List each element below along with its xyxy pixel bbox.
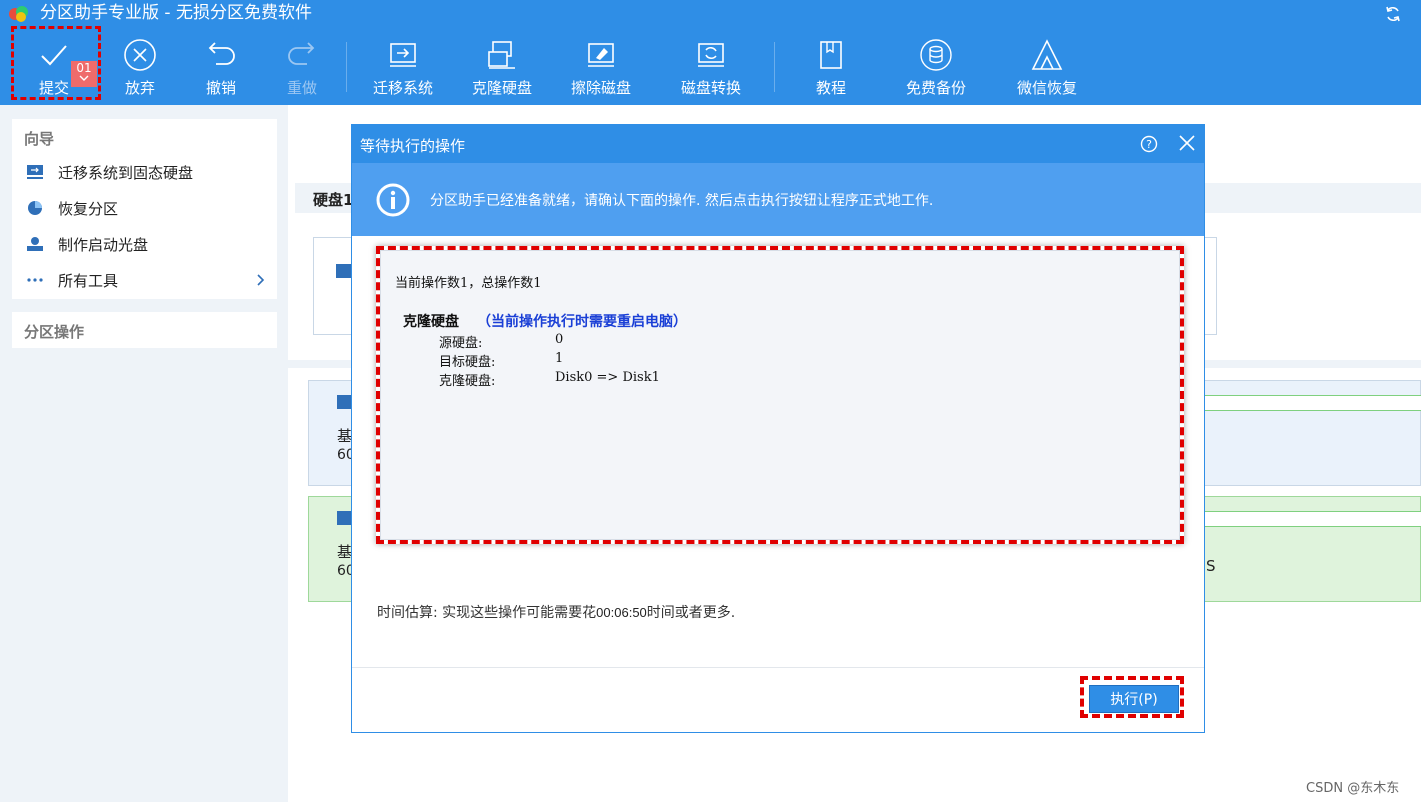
help-icon[interactable]: ? — [1140, 135, 1158, 153]
dialog-title: 等待执行的操作 — [360, 137, 466, 155]
partition-fs-label: S — [1206, 557, 1216, 575]
sidebar-item-migrate-ssd[interactable]: 迁移系统到固态硬盘 — [12, 156, 277, 188]
sidebar-item-label: 所有工具 — [58, 272, 119, 290]
redo-icon — [288, 42, 315, 65]
recovery-logo-icon — [1031, 39, 1063, 70]
svg-text:?: ? — [1146, 138, 1152, 151]
migrate-system-label: 迁移系统 — [372, 79, 433, 97]
info-message: 分区助手已经准备就绪，请确认下面的操作. 然后点击执行按钮让程序正式地工作. — [430, 193, 934, 209]
window-title: 分区助手专业版 - 无损分区免费软件 — [40, 3, 312, 23]
app-logo-icon — [9, 6, 28, 22]
pie-chart-icon — [28, 201, 42, 215]
execute-highlight-box — [1080, 676, 1184, 718]
free-backup-label: 免费备份 — [905, 79, 966, 97]
partition-ops-title: 分区操作 — [24, 323, 85, 341]
wizard-title: 向导 — [24, 130, 55, 148]
more-dots-icon — [27, 278, 43, 282]
toolbar-divider — [774, 42, 775, 92]
toolbar: 提交 放弃 撤销 重做 迁移系统 克隆硬盘 擦除磁盘 磁盘转换 教程 免费备份 … — [0, 28, 1421, 105]
clone-disk-icon — [488, 41, 515, 69]
cancel-circle-icon — [124, 39, 156, 71]
backup-database-icon — [920, 39, 952, 71]
info-banner: 分区助手已经准备就绪，请确认下面的操作. 然后点击执行按钮让程序正式地工作. — [352, 163, 1204, 236]
time-estimate: 时间估算: 实现这些操作可能需要花00:06:50时间或者更多. — [377, 602, 735, 622]
sidebar-item-label: 恢复分区 — [58, 200, 119, 218]
sidebar-item-boot-disc[interactable]: 制作启动光盘 — [12, 228, 277, 260]
watermark: CSDN @东木东 — [1306, 781, 1400, 796]
migrate-disk-icon — [390, 43, 416, 67]
tutorial-button[interactable]: 教程 — [790, 28, 872, 105]
chevron-right-icon — [257, 274, 265, 286]
sidebar-item-label: 制作启动光盘 — [58, 236, 149, 254]
migrate-disk-icon — [27, 165, 43, 179]
wipe-disk-label: 擦除磁盘 — [570, 79, 631, 97]
undo-icon — [208, 42, 235, 65]
free-backup-button[interactable]: 免费备份 — [893, 28, 979, 105]
wechat-recovery-button[interactable]: 微信恢复 — [1004, 28, 1090, 105]
wizard-panel: 向导 迁移系统到固态硬盘 恢复分区 制作启动光盘 所有工具 — [12, 119, 277, 299]
estimate-suffix: 时间或者更多. — [646, 605, 736, 621]
wipe-disk-button[interactable]: 擦除磁盘 — [560, 28, 642, 105]
pending-operations-dialog: 等待执行的操作 ? 分区助手已经准备就绪，请确认下面的操作. 然后点击执行按钮让… — [351, 124, 1205, 733]
operations-highlight-box — [376, 246, 1184, 544]
partition-bar — [1202, 511, 1421, 527]
refresh-icon[interactable] — [1384, 5, 1402, 23]
undo-label: 撤销 — [205, 79, 236, 97]
clone-disk-label: 克隆硬盘 — [471, 79, 532, 97]
wechat-recovery-label: 微信恢复 — [1016, 79, 1077, 97]
migrate-system-button[interactable]: 迁移系统 — [362, 28, 444, 105]
toolbar-divider — [346, 42, 347, 92]
estimate-time: 00:06:50 — [596, 605, 647, 620]
book-icon — [820, 41, 842, 69]
dialog-header: 等待执行的操作 ? — [352, 125, 1204, 163]
estimate-prefix: 时间估算: 实现这些操作可能需要花 — [377, 605, 597, 621]
disk-convert-label: 磁盘转换 — [680, 79, 741, 97]
clone-disk-button[interactable]: 克隆硬盘 — [461, 28, 543, 105]
disk-type-label: 基 — [337, 543, 353, 561]
disk-convert-icon — [698, 43, 724, 67]
disk-type-label: 基 — [337, 427, 353, 445]
tutorial-label: 教程 — [815, 79, 846, 97]
disk-header-label: 硬盘1 — [313, 191, 354, 209]
partition-ops-panel: 分区操作 — [12, 312, 277, 348]
close-icon[interactable] — [1178, 134, 1196, 152]
sidebar-item-all-tools[interactable]: 所有工具 — [12, 264, 277, 296]
discard-button[interactable]: 放弃 — [100, 28, 180, 105]
sidebar-item-label: 迁移系统到固态硬盘 — [58, 164, 194, 182]
wipe-disk-icon — [588, 43, 614, 67]
discard-label: 放弃 — [124, 79, 155, 97]
submit-highlight-box — [11, 26, 101, 100]
undo-button[interactable]: 撤销 — [181, 28, 261, 105]
title-bar: 分区助手专业版 - 无损分区免费软件 — [0, 0, 1421, 28]
partition-bar — [1202, 395, 1421, 411]
sidebar-item-restore-partition[interactable]: 恢复分区 — [12, 192, 277, 224]
user-disk-icon — [27, 237, 43, 251]
sidebar: 向导 迁移系统到固态硬盘 恢复分区 制作启动光盘 所有工具 分区操作 — [0, 105, 288, 802]
info-icon — [376, 183, 410, 217]
disk-convert-button[interactable]: 磁盘转换 — [670, 28, 752, 105]
redo-button[interactable]: 重做 — [262, 28, 342, 105]
footer-divider — [352, 667, 1204, 668]
redo-label: 重做 — [286, 79, 317, 97]
